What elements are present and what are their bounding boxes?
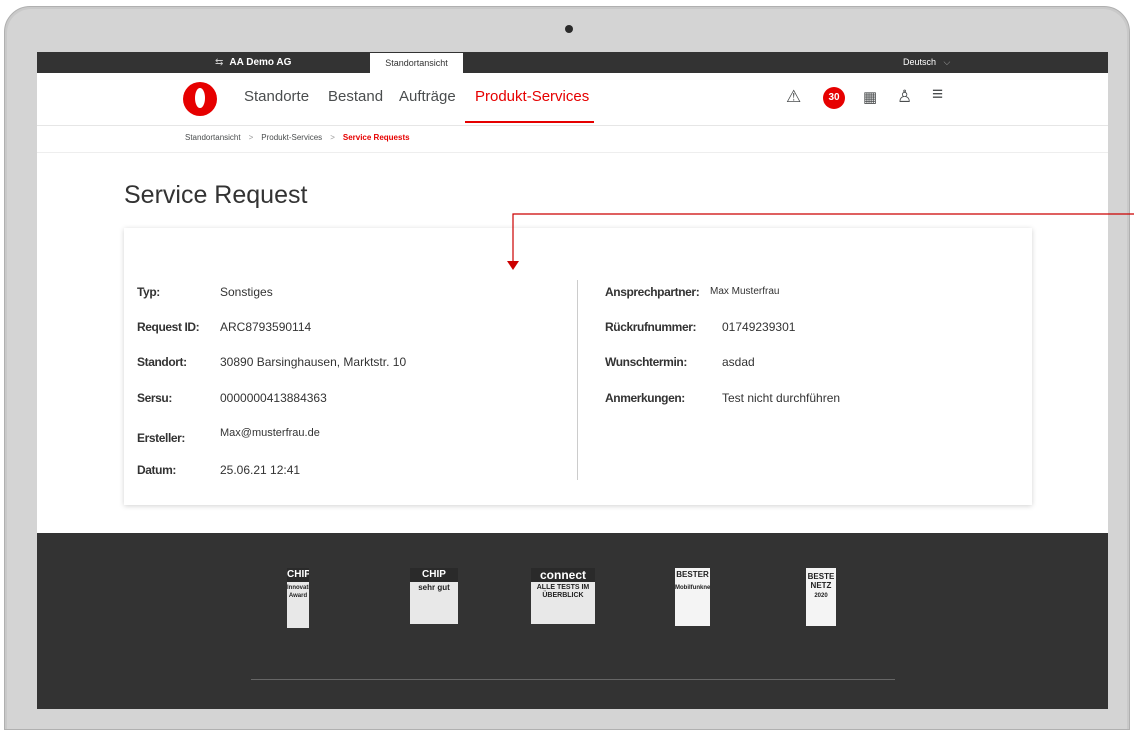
annotation-arrow <box>507 213 1134 270</box>
arrow-line <box>512 213 1134 262</box>
arrow-head <box>507 261 519 270</box>
